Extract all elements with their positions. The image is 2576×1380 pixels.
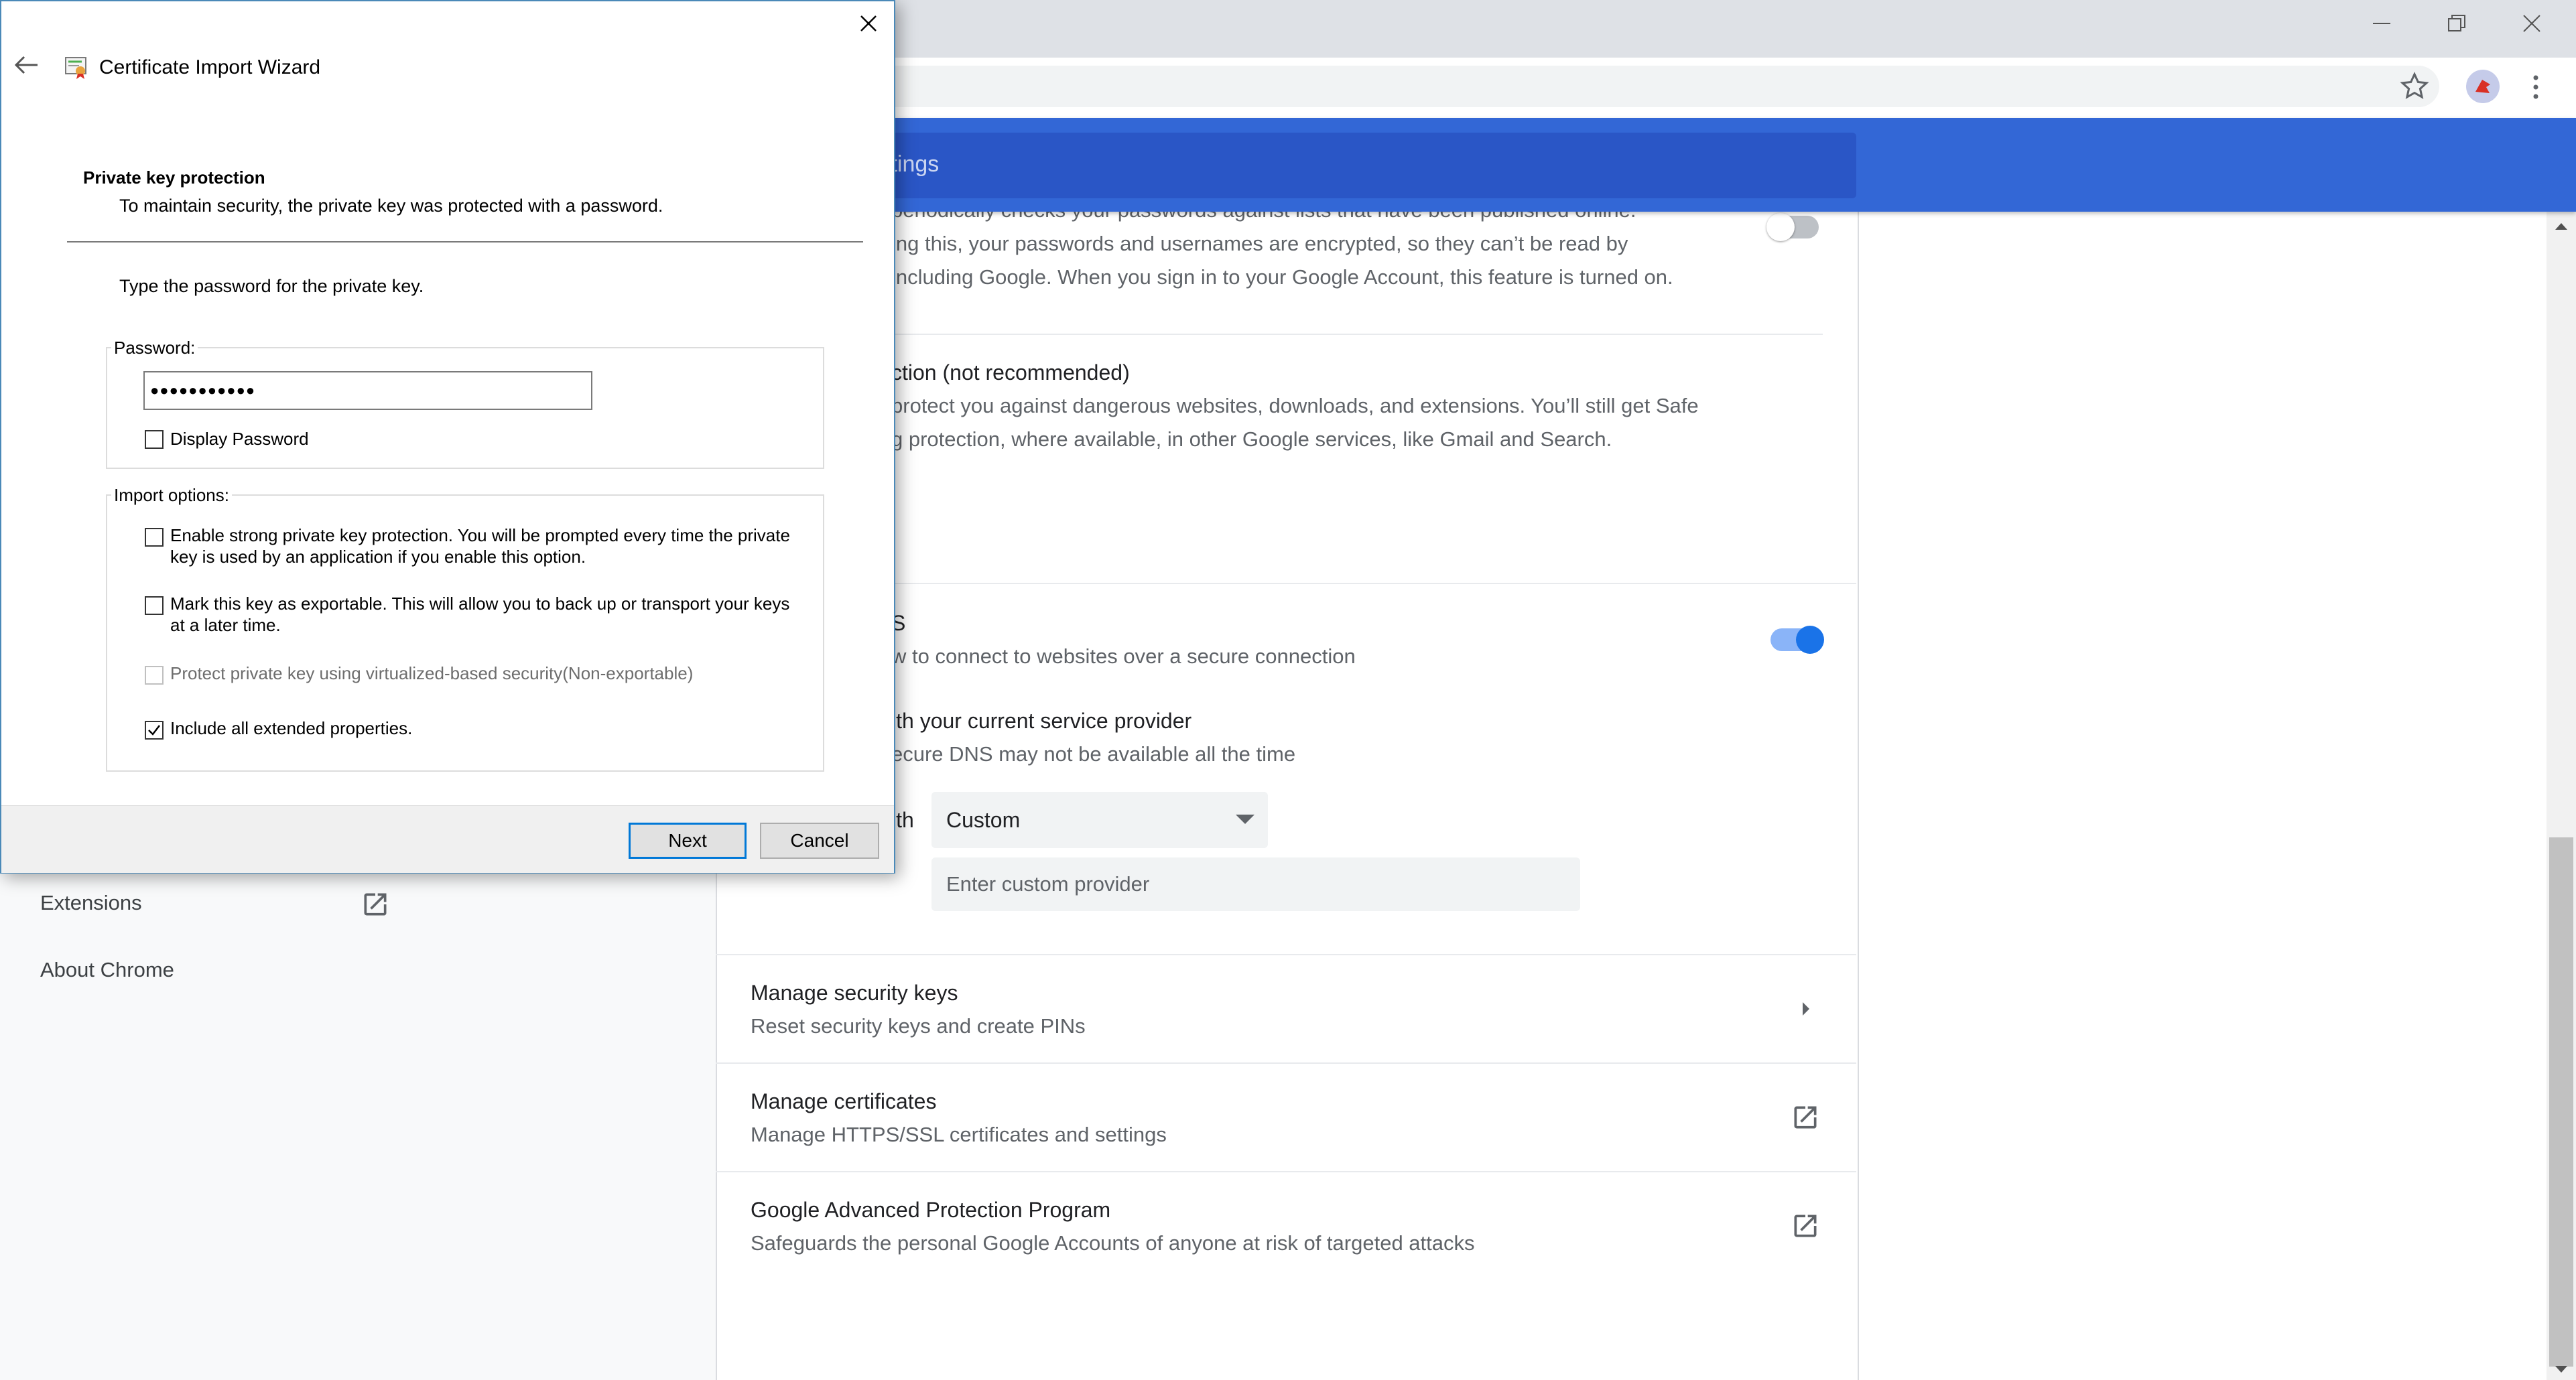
advanced-protection-title: Google Advanced Protection Program [751, 1198, 1111, 1222]
restore-button[interactable] [2419, 0, 2494, 47]
sidebar-item-about-chrome[interactable]: About Chrome [40, 958, 174, 982]
settings-search-box[interactable]: ttings [831, 133, 1856, 198]
more-vert-icon [2533, 75, 2538, 99]
dropdown-arrow-icon [1236, 815, 1254, 824]
security-keys-description: Reset security keys and create PINs [751, 1014, 1086, 1038]
no-protection-line-2: g protection, where available, in other … [891, 427, 1612, 451]
dialog-close-button[interactable] [850, 7, 887, 40]
custom-provider-input[interactable]: Enter custom provider [931, 857, 1580, 911]
vbs-protection-checkbox[interactable] [145, 666, 164, 685]
dialog-title: Certificate Import Wizard [99, 56, 321, 78]
extended-properties-label: Include all extended properties. [170, 718, 413, 738]
address-bar[interactable] [871, 66, 2439, 107]
no-protection-title: ction (not recommended) [891, 360, 1130, 385]
certificate-icon [65, 57, 86, 79]
import-options-label: Import options: [111, 485, 232, 506]
password-check-toggle[interactable] [1766, 213, 1819, 241]
security-keys-title: Manage security keys [751, 981, 958, 1005]
extended-properties-checkbox[interactable] [145, 721, 164, 740]
password-check-line-3: including Google. When you sign in to yo… [891, 265, 1673, 289]
bookmark-star-button[interactable] [2399, 71, 2430, 105]
scroll-down-arrow-icon[interactable] [2553, 1364, 2569, 1375]
strong-protection-label-line-2: key is used by an application if you ena… [170, 547, 586, 567]
exportable-label-line-1: Mark this key as exportable. This will a… [170, 594, 790, 614]
advanced-protection-row[interactable] [717, 1172, 1855, 1280]
password-value: ●●●●●●●●●●● [150, 382, 256, 399]
bird-avatar-icon [2475, 80, 2490, 93]
external-link-icon [1794, 1106, 1817, 1129]
display-password-checkbox[interactable] [145, 430, 164, 449]
exportable-label-line-2: at a later time. [170, 615, 281, 635]
manage-certificates-row[interactable] [717, 1064, 1855, 1171]
password-label: Password: [111, 338, 198, 358]
next-button[interactable]: Next [629, 823, 747, 859]
instruction-text: Type the password for the private key. [119, 276, 424, 296]
section-subtitle: To maintain security, the private key wa… [119, 196, 663, 216]
current-provider-description: ecure DNS may not be available all the t… [891, 742, 1296, 766]
close-icon [2523, 15, 2540, 32]
display-password-label: Display Password [170, 429, 309, 449]
minimize-icon [2373, 23, 2390, 24]
advanced-protection-description: Safeguards the personal Google Accounts … [751, 1231, 1475, 1255]
scroll-up-arrow-icon[interactable] [2553, 221, 2569, 232]
section-title: Private key protection [83, 167, 265, 188]
close-icon [860, 15, 877, 31]
sidebar-item-extensions[interactable]: Extensions [40, 891, 142, 915]
window-close-button[interactable] [2494, 0, 2569, 47]
provider-select-value: Custom [946, 808, 1021, 832]
password-input[interactable]: ●●●●●●●●●●● [143, 371, 592, 410]
certificate-import-wizard-dialog: Certificate Import Wizard Private key pr… [0, 0, 895, 874]
certificates-description: Manage HTTPS/SSL certificates and settin… [751, 1123, 1167, 1146]
secure-dns-toggle[interactable] [1770, 626, 1824, 654]
custom-provider-placeholder: Enter custom provider [946, 872, 1150, 896]
manage-security-keys-row[interactable] [717, 955, 1855, 1062]
vbs-protection-label: Protect private key using virtualized-ba… [170, 663, 694, 683]
exportable-checkbox[interactable] [145, 596, 164, 615]
cancel-button[interactable]: Cancel [760, 823, 879, 859]
back-arrow-icon [14, 56, 38, 74]
external-link-icon[interactable] [361, 890, 390, 922]
chevron-right-icon [1803, 1002, 1809, 1016]
strong-protection-label-line-1: Enable strong private key protection. Yo… [170, 525, 790, 545]
certificates-title: Manage certificates [751, 1089, 937, 1113]
star-icon [2400, 72, 2429, 99]
chrome-menu-button[interactable] [2529, 72, 2542, 105]
restore-icon [2448, 15, 2465, 31]
header-divider [67, 241, 863, 243]
external-link-icon [1794, 1215, 1817, 1237]
current-provider-title: ith your current service provider [891, 709, 1192, 733]
scrollbar-thumb[interactable] [2549, 837, 2573, 1367]
checkmark-icon [148, 725, 160, 736]
password-check-line-2: ing this, your passwords and usernames a… [891, 232, 1628, 255]
no-protection-line-1: protect you against dangerous websites, … [891, 394, 1699, 417]
strong-protection-checkbox[interactable] [145, 528, 164, 547]
minimize-button[interactable] [2344, 0, 2419, 47]
secure-dns-description: w to connect to websites over a secure c… [891, 644, 1356, 668]
back-button[interactable] [13, 55, 40, 78]
provider-select[interactable]: Custom [931, 792, 1268, 848]
divider [891, 334, 1823, 335]
profile-avatar[interactable] [2466, 70, 2500, 103]
